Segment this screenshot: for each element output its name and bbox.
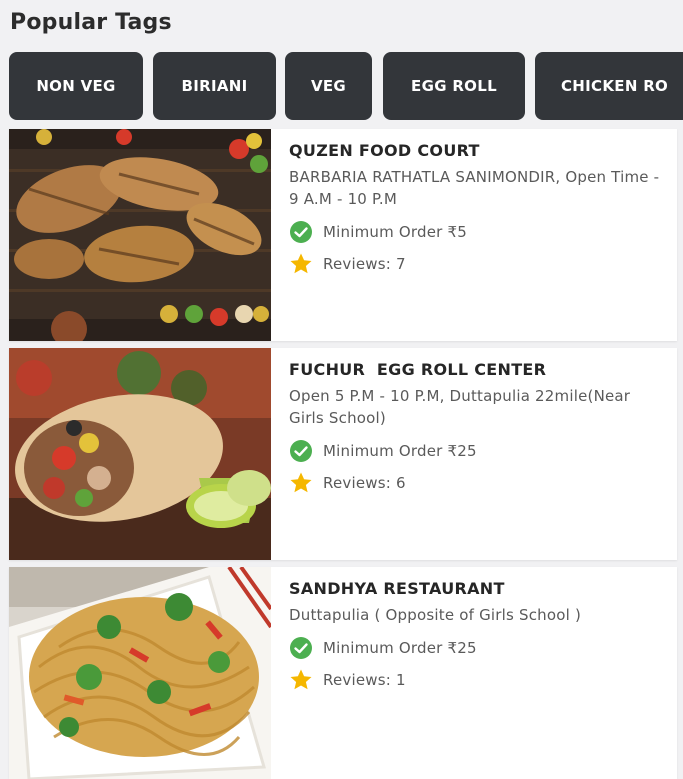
min-order-text: Minimum Order ₹25 <box>323 639 477 657</box>
restaurant-address: Open 5 P.M - 10 P.M, Duttapulia 22mile(N… <box>289 387 631 427</box>
check-circle-icon <box>289 636 313 660</box>
reviews-row: Reviews: 7 <box>289 248 669 280</box>
reviews-text: Reviews: 7 <box>323 255 406 273</box>
restaurant-card[interactable]: SANDHYA RESTAURANT Duttapulia ( Opposite… <box>9 567 677 779</box>
star-icon <box>289 252 313 276</box>
min-order-row: Minimum Order ₹25 <box>289 435 669 467</box>
reviews-row: Reviews: 6 <box>289 467 669 499</box>
restaurant-card[interactable]: FUCHUR EGG ROLL CENTER Open 5 P.M - 10 P… <box>9 348 677 560</box>
min-order-row: Minimum Order ₹25 <box>289 632 669 664</box>
min-order-text: Minimum Order ₹25 <box>323 442 477 460</box>
min-order-text: Minimum Order ₹5 <box>323 223 467 241</box>
star-icon <box>289 668 313 692</box>
reviews-text: Reviews: 6 <box>323 474 406 492</box>
restaurant-address: Duttapulia ( Opposite of Girls School ) <box>289 606 581 624</box>
restaurant-card[interactable]: QUZEN FOOD COURT BARBARIA RATHATLA SANIM… <box>9 129 677 341</box>
reviews-text: Reviews: 1 <box>323 671 406 689</box>
star-icon <box>289 471 313 495</box>
tags-row: NON VEG BIRIANI VEG EGG ROLL CHICKEN RO <box>0 52 683 122</box>
egg-roll-image <box>9 348 271 560</box>
tag-veg[interactable]: VEG <box>285 52 372 120</box>
min-order-row: Minimum Order ₹5 <box>289 216 669 248</box>
restaurant-name: QUZEN FOOD COURT <box>289 141 480 160</box>
popular-tags-title: Popular Tags <box>10 10 172 35</box>
check-circle-icon <box>289 439 313 463</box>
restaurant-address: BARBARIA RATHATLA SANIMONDIR, Open Time … <box>289 168 660 208</box>
reviews-row: Reviews: 1 <box>289 664 669 696</box>
tag-chicken-roll[interactable]: CHICKEN RO <box>535 52 683 120</box>
restaurant-name: SANDHYA RESTAURANT <box>289 579 505 598</box>
tag-egg-roll[interactable]: EGG ROLL <box>383 52 525 120</box>
tag-biriani[interactable]: BIRIANI <box>153 52 276 120</box>
check-circle-icon <box>289 220 313 244</box>
noodles-image <box>9 567 271 779</box>
grilled-chicken-image <box>9 129 271 341</box>
restaurant-name: FUCHUR EGG ROLL CENTER <box>289 360 547 379</box>
tag-non-veg[interactable]: NON VEG <box>9 52 143 120</box>
